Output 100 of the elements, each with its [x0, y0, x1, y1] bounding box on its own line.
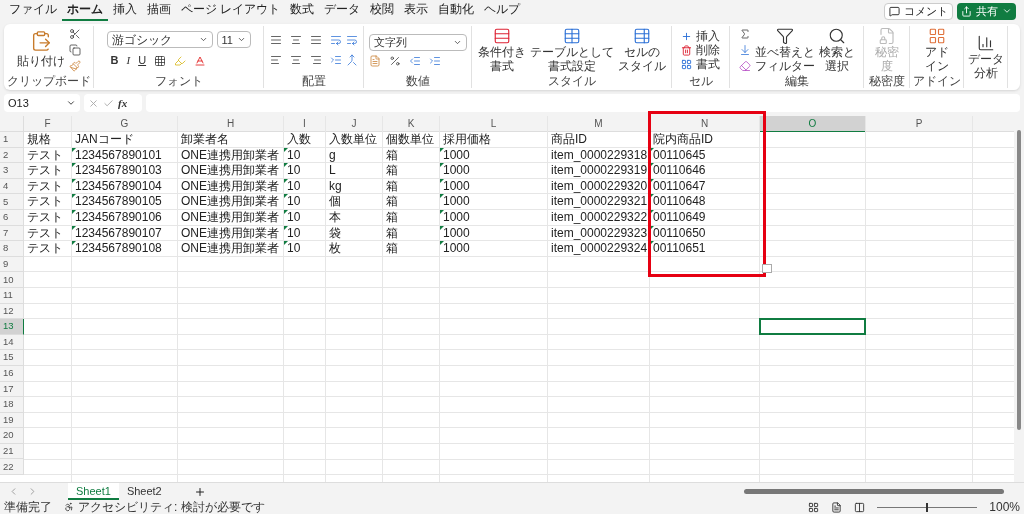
wrap-text-icon[interactable]: [345, 34, 358, 46]
fill-icon[interactable]: [738, 44, 751, 56]
menu-tab[interactable]: 数式: [285, 1, 320, 21]
column-header[interactable]: I: [284, 116, 325, 132]
cancel-icon[interactable]: [88, 97, 99, 109]
menu-tab[interactable]: 校閲: [365, 1, 400, 21]
group-label: 数値: [405, 74, 430, 88]
column-header[interactable]: F: [24, 116, 71, 132]
font-name-field[interactable]: 游ゴシック: [106, 31, 213, 49]
formula-field[interactable]: [146, 94, 1020, 112]
vertical-scrollbar[interactable]: [1014, 116, 1024, 482]
column-header[interactable]: O: [760, 116, 865, 132]
zoom-slider-thumb[interactable]: [926, 502, 929, 512]
selected-cell[interactable]: [759, 318, 866, 335]
add-in-button[interactable]: アド イン: [924, 45, 949, 73]
menu-tab[interactable]: ヘルプ: [479, 1, 526, 21]
accessibility-icon[interactable]: [64, 502, 74, 512]
column-header[interactable]: J: [326, 116, 382, 132]
menu-tab[interactable]: 表示: [399, 1, 434, 21]
name-box[interactable]: O13: [4, 94, 80, 112]
sheet-tab[interactable]: Sheet2: [118, 483, 170, 500]
row-header[interactable]: 5: [0, 194, 24, 210]
italic-button[interactable]: I: [126, 52, 131, 69]
row-header[interactable]: 8: [0, 241, 24, 257]
caret-icon[interactable]: [66, 98, 76, 108]
align-left-icon[interactable]: [269, 54, 282, 66]
normal-view-icon[interactable]: [808, 501, 820, 513]
function-button[interactable]: fx: [118, 94, 128, 112]
row-header[interactable]: 20: [0, 428, 24, 444]
brush-icon[interactable]: [68, 60, 81, 72]
row-header[interactable]: 3: [0, 163, 24, 179]
align-center-icon[interactable]: [289, 54, 302, 66]
check-icon[interactable]: [103, 97, 114, 109]
percent-icon[interactable]: [388, 54, 401, 67]
font-color-icon[interactable]: [194, 54, 207, 67]
data-analysis-button[interactable]: データ 分析: [967, 52, 1004, 80]
align-bottom-icon[interactable]: [309, 34, 322, 46]
row-header[interactable]: 13: [0, 319, 24, 335]
border-icon[interactable]: [154, 54, 167, 67]
font-size-field[interactable]: 11: [216, 31, 251, 49]
menu-tab[interactable]: データ: [319, 1, 366, 21]
cell-command[interactable]: 挿入: [681, 29, 720, 43]
caret-icon[interactable]: [1002, 6, 1012, 16]
find-select-button[interactable]: 検索と 選択: [818, 45, 855, 73]
filter-icon[interactable]: [775, 27, 794, 45]
cell-style-icon[interactable]: [632, 27, 651, 45]
row-header[interactable]: 18: [0, 397, 24, 413]
bold-button[interactable]: B: [110, 52, 119, 69]
table-cell: テスト: [27, 225, 63, 241]
table-cell: 1000: [443, 147, 470, 163]
style-button[interactable]: セルの スタイル: [617, 45, 666, 73]
align-top-icon[interactable]: [269, 34, 282, 46]
underline-button[interactable]: U: [138, 52, 147, 69]
insert-icon: [681, 30, 692, 42]
add-in-icon[interactable]: [927, 27, 946, 45]
column-header[interactable]: N: [650, 116, 759, 132]
cell-command[interactable]: 書式: [681, 57, 720, 71]
style-button[interactable]: 条件付き 書式: [477, 45, 526, 73]
conditional-format-icon[interactable]: [492, 27, 511, 45]
indent-icon[interactable]: [329, 54, 342, 66]
page-layout-icon[interactable]: [831, 501, 843, 513]
row-header[interactable]: 22: [0, 459, 24, 476]
column-header[interactable]: L: [440, 116, 547, 132]
style-button[interactable]: テーブルとして 書式設定: [529, 45, 614, 73]
number-format-field[interactable]: 文字列: [368, 33, 467, 51]
row-header[interactable]: 1: [0, 132, 24, 148]
table-cell: item_0000229321: [551, 194, 648, 210]
fill-color-icon[interactable]: [174, 54, 187, 67]
sum-icon[interactable]: [738, 28, 751, 40]
accessibility-status[interactable]: アクセシビリティ: 検討が必要です: [78, 500, 265, 514]
menu-tab[interactable]: 自動化: [433, 1, 480, 21]
row-header[interactable]: 10: [0, 272, 24, 288]
column-header[interactable]: K: [383, 116, 439, 132]
column-header[interactable]: H: [178, 116, 283, 132]
chart-icon[interactable]: [976, 34, 995, 52]
column-header[interactable]: P: [866, 116, 972, 132]
sheet-tab[interactable]: Sheet1: [68, 483, 119, 500]
menu-tab[interactable]: ホーム: [62, 1, 108, 21]
paste-options-icon[interactable]: [762, 264, 772, 273]
table-format-icon[interactable]: [562, 27, 581, 45]
share-button[interactable]: 共有: [957, 2, 1016, 20]
menu-tab[interactable]: 挿入: [108, 1, 142, 21]
page-break-icon[interactable]: [854, 501, 866, 513]
eraser-icon[interactable]: [738, 60, 751, 72]
add-sheet-icon[interactable]: [193, 485, 206, 498]
column-header[interactable]: G: [72, 116, 177, 132]
paste-button[interactable]: 貼り付け: [16, 52, 65, 70]
row-header[interactable]: 15: [0, 350, 24, 366]
menu-tab[interactable]: 描画: [142, 1, 176, 21]
menu-tab[interactable]: ファイル: [4, 1, 62, 21]
menu-tab[interactable]: ページ レイアウト: [176, 1, 286, 21]
cell-command[interactable]: 削除: [681, 43, 720, 57]
column-header[interactable]: M: [548, 116, 649, 132]
comment-button[interactable]: コメント: [884, 2, 953, 20]
cut-icon[interactable]: [68, 28, 81, 40]
sort-filter-button[interactable]: 並べ替えと フィルター: [754, 45, 815, 73]
copy-icon[interactable]: [68, 44, 81, 56]
align-middle-icon[interactable]: [289, 34, 302, 46]
align-right-icon[interactable]: [309, 54, 322, 66]
search-icon[interactable]: [827, 27, 846, 45]
